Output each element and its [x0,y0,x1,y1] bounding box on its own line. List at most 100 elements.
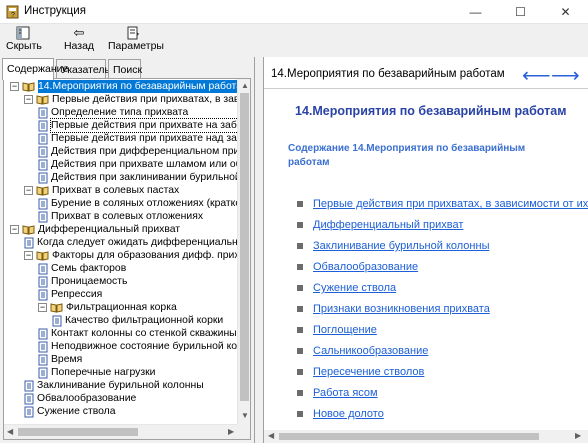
topic-horizontal-scrollbar[interactable]: ◀ ▶ [264,430,588,443]
scroll-right-icon[interactable]: ▶ [228,427,234,437]
page-icon [38,146,48,157]
bullet-icon [297,222,303,228]
tree-item-label: Действия при заклинивании бурильной коло… [51,172,239,183]
tree-item[interactable]: Прихват в солевых отложениях [38,210,203,223]
tree-item[interactable]: Первые действия при прихвате над забоем [38,132,239,145]
contents-tree[interactable]: −14.Мероприятия по безаварийным работам −… [4,79,239,424]
tree-item-label: Репрессия [51,289,103,300]
tree-item-label: Когда следует ожидать дифференциального [37,237,239,248]
tree-item[interactable]: Проницаемость [38,275,127,288]
topic-link[interactable]: Работа ясом [297,387,378,399]
tree-vertical-scrollbar[interactable]: ▲ ▼ [237,79,250,424]
svg-text:?: ? [11,12,15,19]
page-icon [24,406,34,417]
params-label: Параметры [108,40,164,52]
topic-subtitle: Содержание 14.Мероприятия по безаварийны… [288,143,526,168]
bullet-icon [297,369,303,375]
topic-link-label: Дифференциальный прихват [313,219,464,231]
tree-item[interactable]: − Первые действия при прихватах, в зависи… [24,93,239,106]
topic-link-label: Первые действия при прихватах, в зависим… [313,198,588,210]
collapse-icon[interactable]: − [24,251,33,260]
maximize-button[interactable]: ☐ [498,0,543,24]
tree-item[interactable]: Когда следует ожидать дифференциального [24,236,239,249]
topic-link-label: Заклинивание бурильной колонны [313,240,490,252]
scroll-right-icon[interactable]: ▶ [575,431,581,441]
tree-item-label: Неподвижное состояние бурильной колонны [51,341,239,352]
topic-header-title: 14.Мероприятия по безаварийным работам [271,68,505,80]
topic-hscroll-thumb[interactable] [279,433,539,440]
topic-link[interactable]: Сальникообразование [297,345,428,357]
scroll-down-icon[interactable]: ▼ [241,411,249,421]
tree-item[interactable]: Действия при заклинивании бурильной коло… [38,171,239,184]
tree-item[interactable]: − Факторы для образования дифф. прихвата [24,249,239,262]
tree-item[interactable]: Заклинивание бурильной колонны [24,379,204,392]
tree-item[interactable]: Действия при прихвате шламом или обвалом [38,158,239,171]
tree-hscroll-thumb[interactable] [18,428,138,436]
tab-search[interactable]: Поиск [108,59,142,79]
collapse-icon[interactable]: − [10,225,19,234]
open-book-icon [22,225,35,235]
tree-item-label: Действия при прихвате шламом или обвалом [51,159,239,170]
tree-vscroll-thumb[interactable] [240,93,249,401]
tree-item[interactable]: Поперечные нагрузки [38,366,155,379]
hide-button[interactable]: Скрыть [6,26,42,52]
topic-link[interactable]: Обвалообразование [297,261,418,273]
tree-item[interactable]: Обвалообразование [24,392,136,405]
tab-contents[interactable]: Содержание [2,58,68,80]
tree-item[interactable]: Сужение ствола [24,405,116,418]
tree-item-label: Первые действия при прихватах, в зависим… [52,94,239,105]
tree-item[interactable]: − Дифференциальный прихват [10,223,180,236]
topic-link[interactable]: Заклинивание бурильной колонны [297,240,489,252]
topic-link[interactable]: Сужение ствола [297,282,396,294]
tree-item[interactable]: − Фильтрационная корка [38,301,177,314]
back-button[interactable]: ⇦ Назад [62,25,96,52]
tree-item-label: Определение типа прихвата [51,107,189,118]
tree-item[interactable]: Первые действия при прихвате на забое [38,118,239,133]
collapse-icon[interactable]: − [38,303,47,312]
tree-item[interactable]: Контакт колонны со стенкой скважины [38,327,237,340]
tree-item[interactable]: Неподвижное состояние бурильной колонны [38,340,239,353]
tree-item[interactable]: Семь факторов [38,262,126,275]
tree-item-label: Прихват в солевых пастах [52,185,180,196]
tree-item-label: Время [51,354,83,365]
tree-item[interactable]: Действия при дифференциальном прихвате [38,145,239,158]
scroll-left-icon[interactable]: ◀ [268,431,274,441]
prev-topic-icon[interactable]: ⟵ [522,63,551,88]
topic-link[interactable]: Поглощение [297,324,377,336]
page-icon [38,172,48,183]
tree-item-label: Поперечные нагрузки [51,367,156,378]
tree-item[interactable]: − Прихват в солевых пастах [24,184,179,197]
tree-item[interactable]: Качество фильтрационной корки [52,314,223,327]
tree-item-label: Фильтрационная корка [66,302,177,313]
scroll-up-icon[interactable]: ▲ [241,81,249,91]
tree-item[interactable]: Время [38,353,82,366]
page-icon [38,276,48,287]
topic-link[interactable]: Первые действия при прихватах, в зависим… [297,198,588,210]
collapse-icon[interactable]: − [10,82,19,91]
topic-pane: 14.Мероприятия по безаварийным работам ⟵… [263,57,588,443]
topic-link[interactable]: Пересечение стволов [297,366,424,378]
topic-link[interactable]: Новое долото [297,408,384,420]
tree-item-label: Первые действия при прихвате на забое [49,118,239,133]
hide-pane-icon [16,26,30,40]
open-book-icon [36,95,49,105]
tree-item[interactable]: Репрессия [38,288,102,301]
page-icon [38,341,48,352]
tree-item[interactable]: Бурение в соляных отложениях (краткое) [38,197,239,210]
bullet-icon [297,390,303,396]
minimize-button[interactable]: — [453,0,498,24]
collapse-icon[interactable]: − [24,186,33,195]
tree-item-label: Дифференциальный прихват [38,224,181,235]
close-button[interactable]: ✕ [543,0,588,24]
tree-item[interactable]: − 14.Мероприятия по безаварийным работам [10,80,239,93]
topic-link[interactable]: Признаки возникновения прихвата [297,303,490,315]
scroll-left-icon[interactable]: ◀ [7,427,13,437]
topic-link[interactable]: Дифференциальный прихват [297,219,463,231]
next-topic-icon[interactable]: ⟶ [551,63,580,88]
hide-label: Скрыть [6,40,42,52]
tree-horizontal-scrollbar[interactable]: ◀ ▶ [4,424,239,439]
tree-item[interactable]: Определение типа прихвата [38,106,188,119]
topic-title: 14.Мероприятия по безаварийным работам [295,104,567,118]
collapse-icon[interactable]: − [24,95,33,104]
params-button[interactable]: Параметры [108,26,164,52]
